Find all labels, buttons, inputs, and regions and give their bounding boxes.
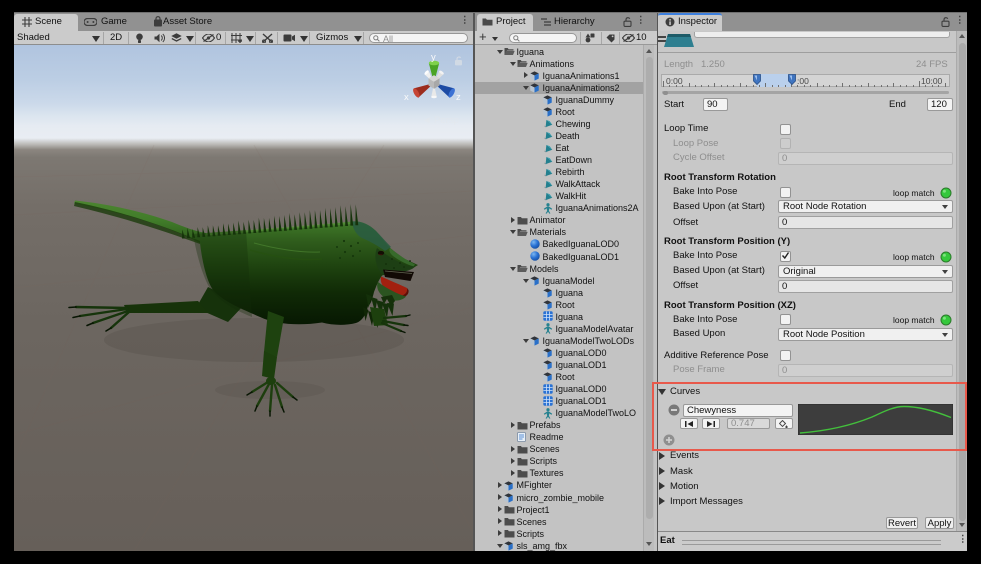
svg-text:z: z <box>456 92 461 103</box>
svg-text:y: y <box>431 53 436 63</box>
svg-text:x: x <box>404 92 409 103</box>
